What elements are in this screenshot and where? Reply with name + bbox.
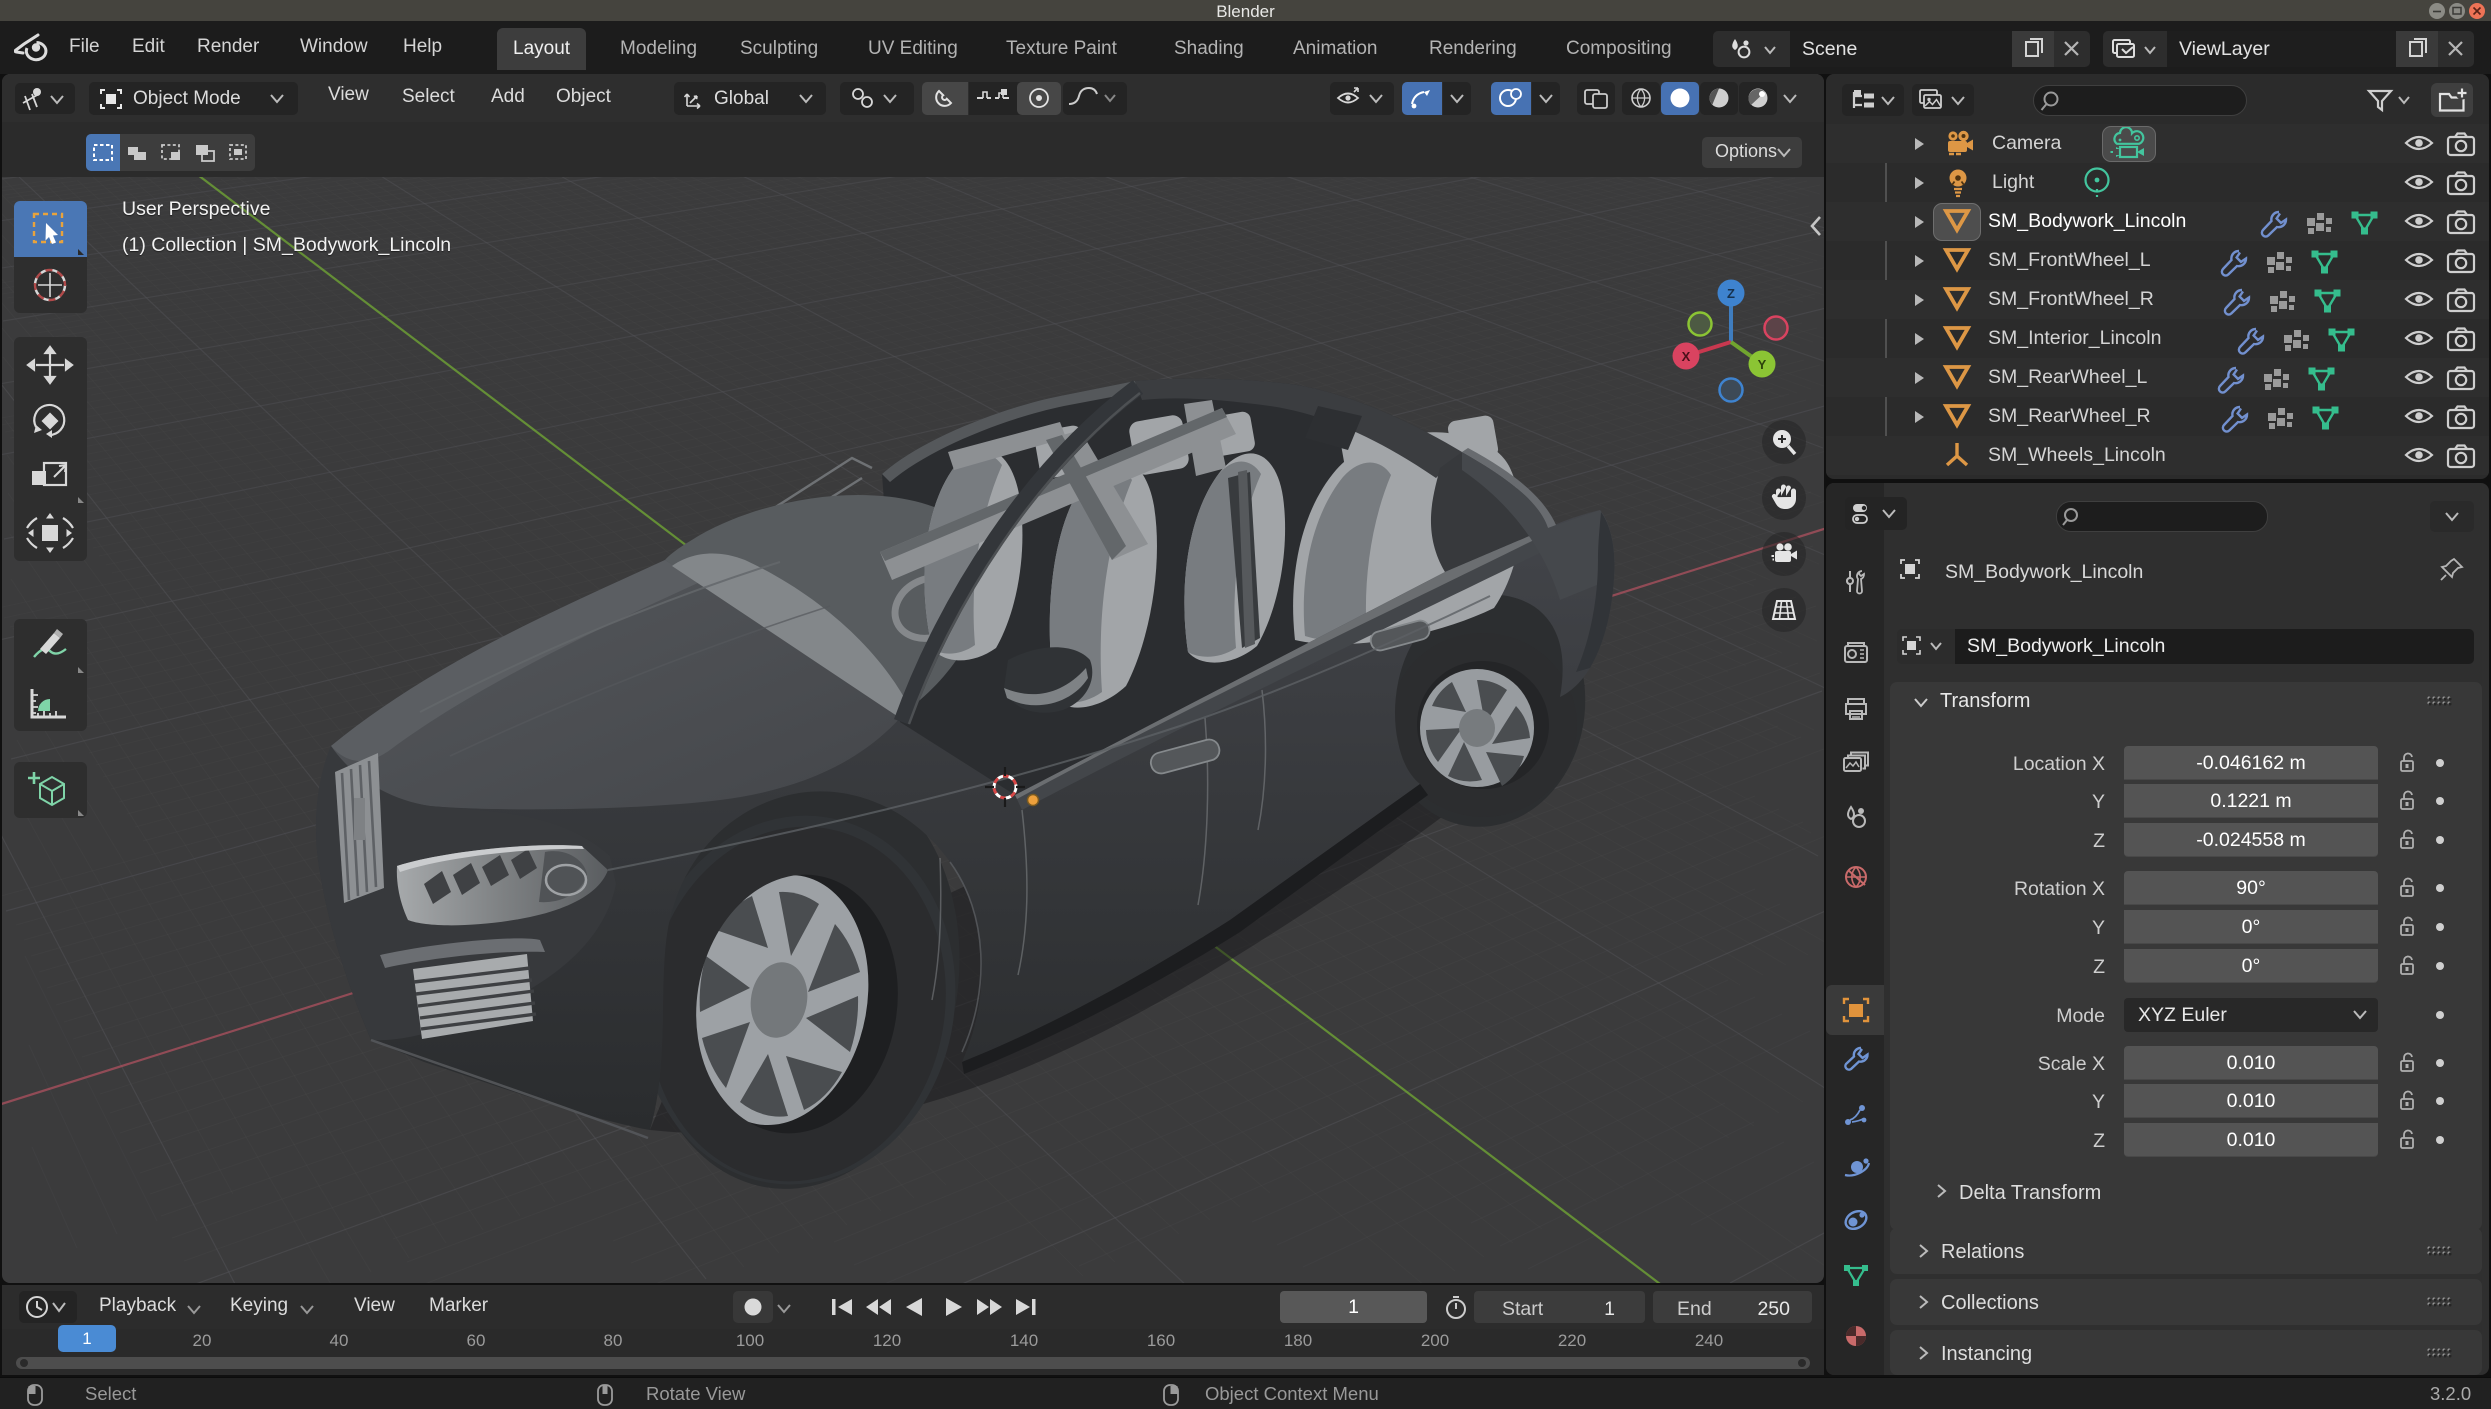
svg-text:Y: Y (1758, 357, 1767, 372)
svg-text:X: X (1682, 349, 1691, 364)
svg-text:Z: Z (1727, 286, 1735, 301)
